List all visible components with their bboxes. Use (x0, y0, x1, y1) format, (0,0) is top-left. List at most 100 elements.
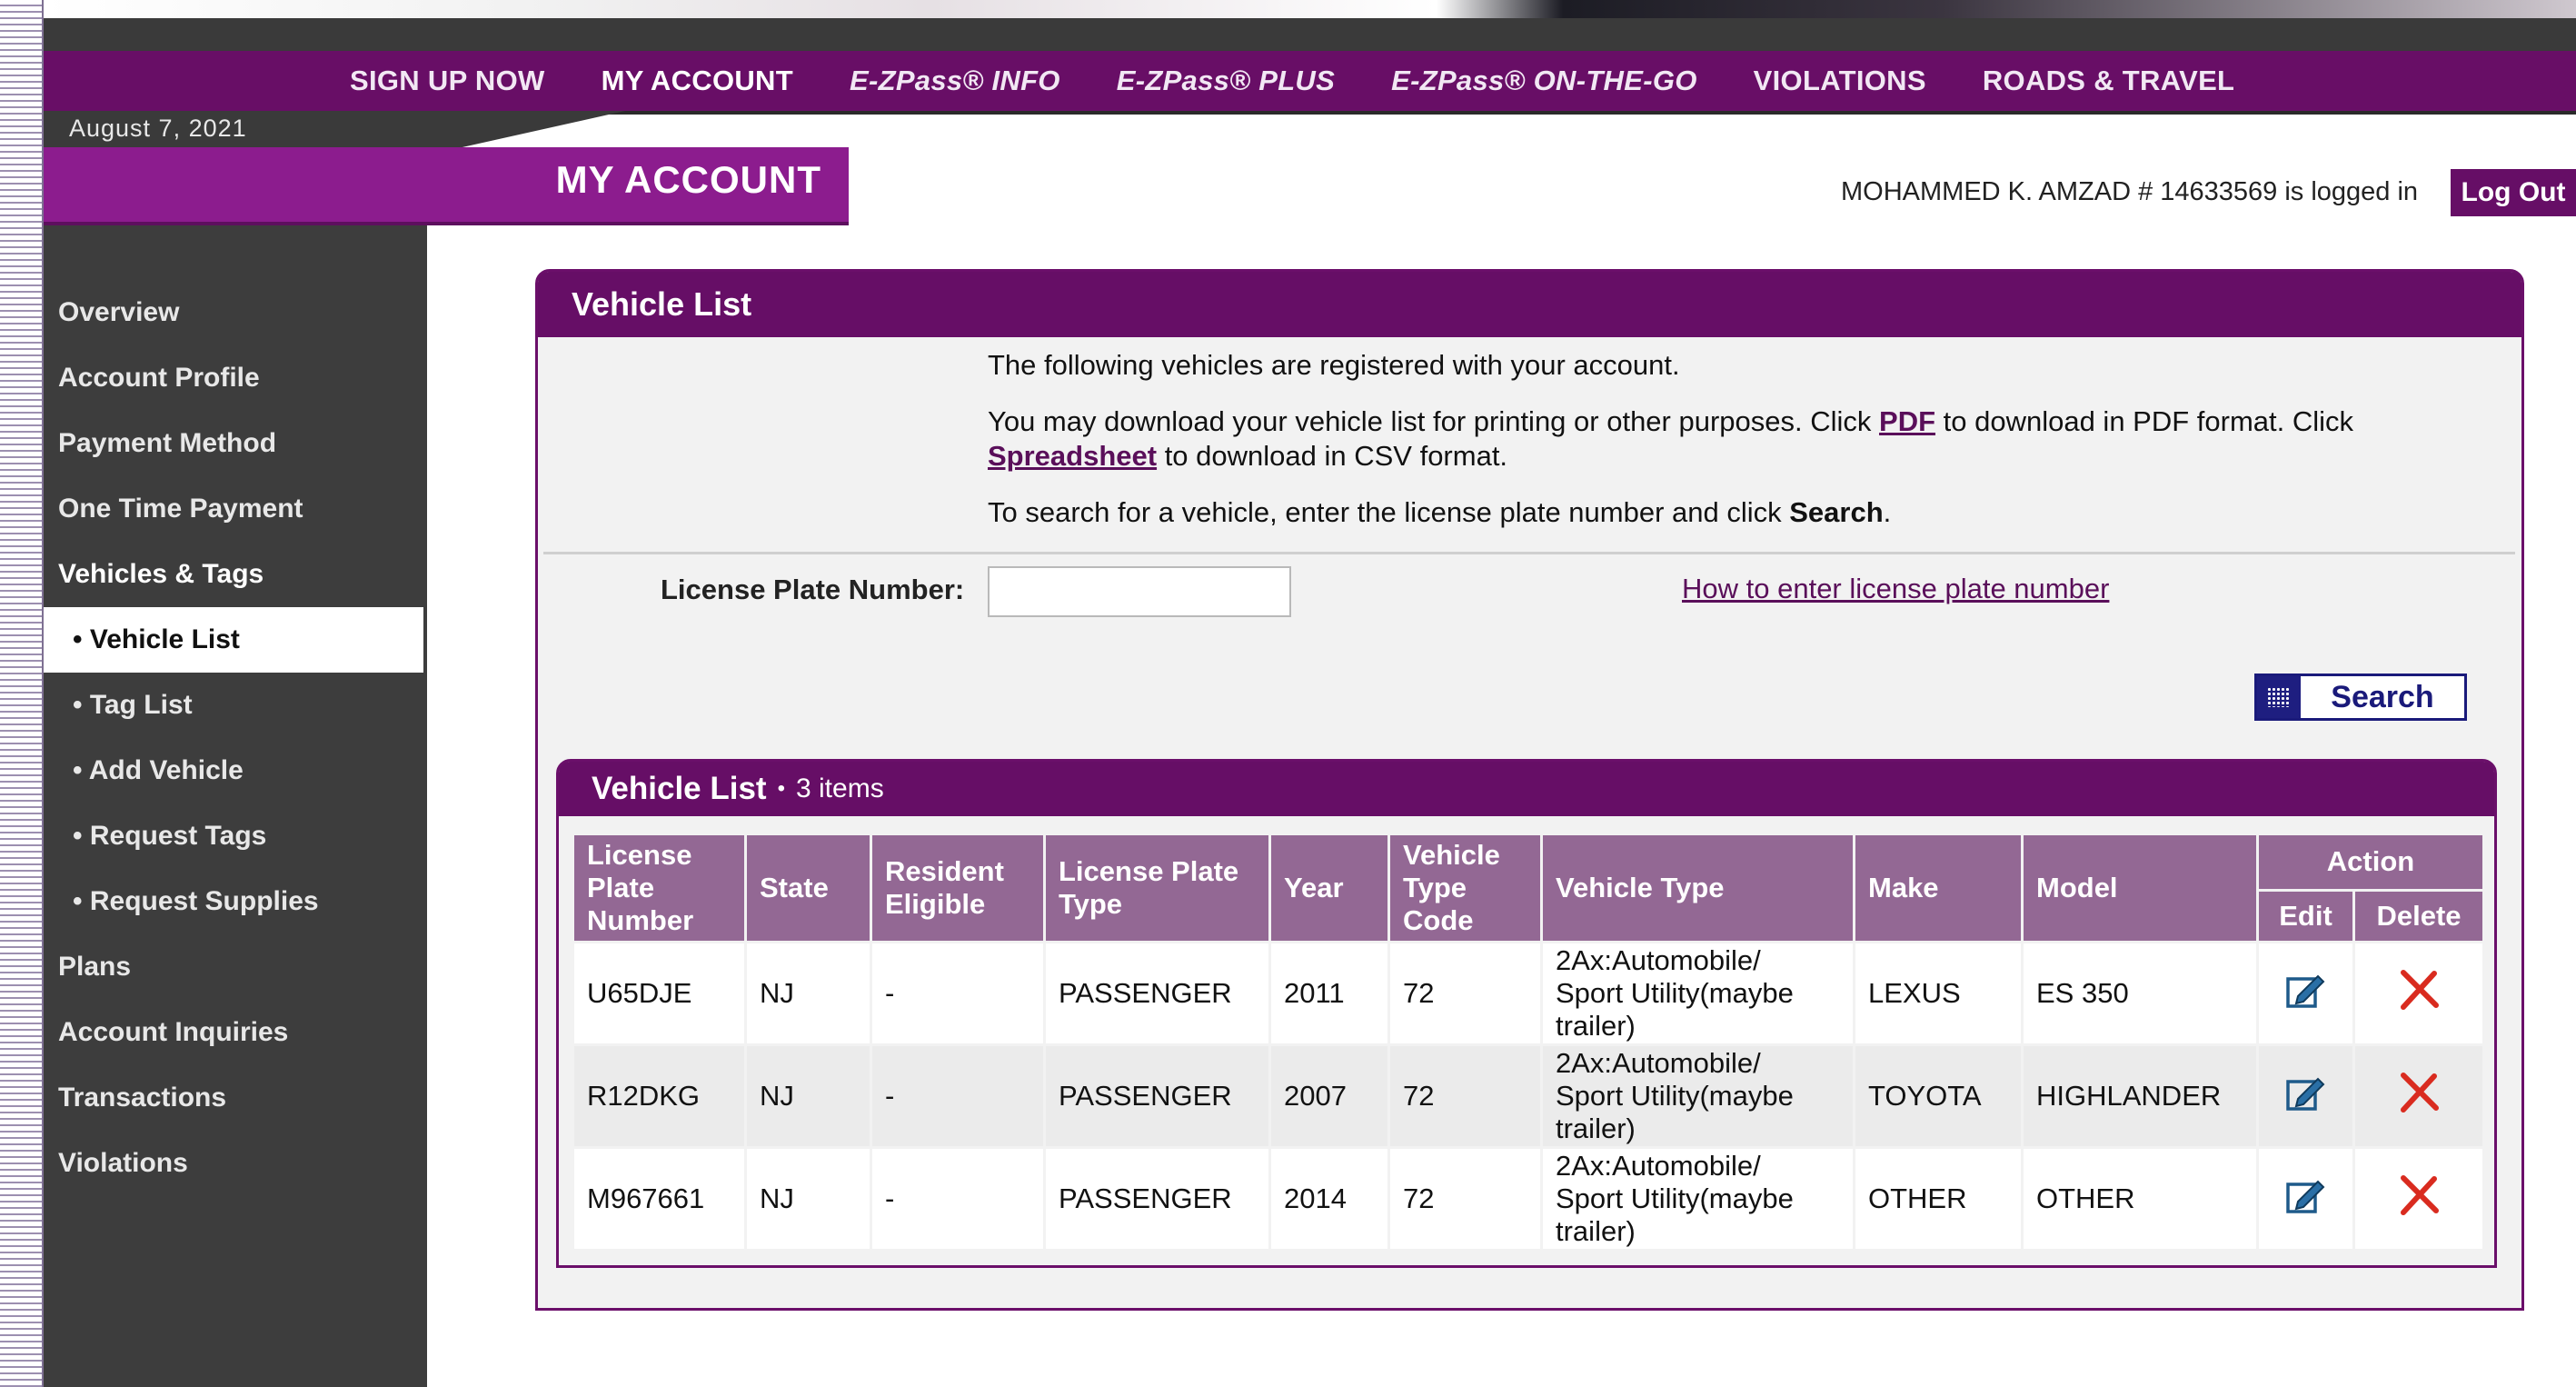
logged-in-status: MOHAMMED K. AMZAD # 14633569 is logged i… (1841, 177, 2419, 206)
sidebar-item-overview[interactable]: Overview (44, 280, 427, 345)
intro-line-1: The following vehicles are registered wi… (988, 349, 1680, 381)
nav-sign-up-now[interactable]: SIGN UP NOW (350, 65, 545, 97)
col-header-state[interactable]: State (747, 835, 870, 941)
cell-type-code: 72 (1390, 943, 1540, 1043)
cell-delete (2355, 1149, 2482, 1249)
cell-plate: R12DKG (574, 1046, 744, 1146)
sidebar-item-payment-method[interactable]: Payment Method (44, 411, 427, 476)
header-photo-strip (44, 0, 2576, 18)
table-row: R12DKG NJ - PASSENGER 2007 72 2Ax:Automo… (574, 1046, 2482, 1146)
search-button[interactable]: Search (2254, 674, 2467, 721)
top-navigation: SIGN UP NOW MY ACCOUNT E-ZPass® INFO E-Z… (44, 51, 2576, 111)
intro-line-3-search-word: Search (1789, 496, 1884, 528)
sidebar-item-request-tags[interactable]: • Request Tags (44, 803, 427, 869)
spreadsheet-link[interactable]: Spreadsheet (988, 440, 1157, 472)
intro-line-3: To search for a vehicle, enter the licen… (988, 495, 2478, 530)
cell-state: NJ (747, 1046, 870, 1146)
plate-number-label: License Plate Number: (661, 574, 965, 605)
nav-ezpass-on-the-go[interactable]: E-ZPass® ON-THE-GO (1391, 65, 1697, 97)
cell-vehicle-type: 2Ax:Automobile/Sport Utility(maybe traile… (1543, 943, 1853, 1043)
vehicle-table: License Plate Number State Resident Eligibl… (572, 833, 2485, 1252)
sidebar: Overview Account Profile Payment Method … (44, 225, 427, 1387)
cell-delete (2355, 943, 2482, 1043)
col-header-delete: Delete (2355, 891, 2482, 941)
cell-model: OTHER (2024, 1149, 2256, 1249)
col-header-plate-number[interactable]: License Plate Number (574, 835, 744, 941)
panel-body: The following vehicles are registered wi… (538, 337, 2521, 1308)
delete-x-icon[interactable] (2398, 1072, 2440, 1113)
col-header-plate-type[interactable]: License Plate Type (1046, 835, 1268, 941)
section-divider (543, 552, 2515, 554)
sidebar-item-violations[interactable]: Violations (44, 1131, 427, 1196)
cell-year: 2011 (1271, 943, 1387, 1043)
sidebar-item-one-time-payment[interactable]: One Time Payment (44, 476, 427, 542)
left-stripe-border (0, 0, 44, 1387)
vehicle-list-table-panel: Vehicle List • 3 items License Plate Numbe… (556, 759, 2497, 1268)
cell-model: HIGHLANDER (2024, 1046, 2256, 1146)
sidebar-item-vehicle-list[interactable]: • Vehicle List (44, 607, 423, 673)
sidebar-item-request-supplies[interactable]: • Request Supplies (44, 869, 427, 934)
cell-plate-type: PASSENGER (1046, 1046, 1268, 1146)
col-header-edit: Edit (2259, 891, 2352, 941)
cell-edit (2259, 943, 2352, 1043)
nav-roads-travel[interactable]: ROADS & TRAVEL (1983, 65, 2234, 97)
cell-model: ES 350 (2024, 943, 2256, 1043)
search-grid-icon (2257, 676, 2301, 718)
delete-x-icon[interactable] (2398, 1174, 2440, 1216)
edit-pencil-icon[interactable] (2285, 1073, 2327, 1112)
pdf-link[interactable]: PDF (1879, 405, 1935, 437)
logout-button[interactable]: Log Out (2451, 169, 2576, 216)
vehicle-list-panel: Vehicle List The following vehicles are … (535, 269, 2524, 1311)
cell-type-code: 72 (1390, 1149, 1540, 1249)
cell-state: NJ (747, 1149, 870, 1249)
plate-number-input[interactable] (988, 566, 1291, 617)
table-row: M967661 NJ - PASSENGER 2014 72 2Ax:Autom… (574, 1149, 2482, 1249)
intro-text: The following vehicles are registered wi… (988, 348, 2478, 552)
table-row: U65DJE NJ - PASSENGER 2011 72 2Ax:Automo… (574, 943, 2482, 1043)
sidebar-item-account-inquiries[interactable]: Account Inquiries (44, 1000, 427, 1065)
page: SIGN UP NOW MY ACCOUNT E-ZPass® INFO E-Z… (0, 0, 2576, 1387)
cell-vehicle-type: 2Ax:Automobile/Sport Utility(maybe traile… (1543, 1046, 1853, 1146)
col-header-resident-eligible[interactable]: Resident Eligible (872, 835, 1043, 941)
cell-resident: - (872, 943, 1043, 1043)
sidebar-item-add-vehicle[interactable]: • Add Vehicle (44, 738, 427, 803)
col-header-action: Action (2259, 835, 2482, 889)
sidebar-item-vehicles-tags[interactable]: Vehicles & Tags (44, 542, 427, 607)
col-header-vehicle-type[interactable]: Vehicle Type (1543, 835, 1853, 941)
sidebar-item-transactions[interactable]: Transactions (44, 1065, 427, 1131)
cell-plate-type: PASSENGER (1046, 1149, 1268, 1249)
cell-make: TOYOTA (1855, 1046, 2021, 1146)
cell-vehicle-type: 2Ax:Automobile/Sport Utility(maybe traile… (1543, 1149, 1853, 1249)
cell-year: 2014 (1271, 1149, 1387, 1249)
sidebar-item-plans[interactable]: Plans (44, 934, 427, 1000)
page-title: MY ACCOUNT (555, 158, 821, 201)
cell-year: 2007 (1271, 1046, 1387, 1146)
intro-line-2-text-b: to download in PDF format. Click (1935, 405, 2354, 437)
cell-resident: - (872, 1046, 1043, 1146)
vehicle-list-table-title: Vehicle List (592, 771, 767, 806)
cell-type-code: 72 (1390, 1046, 1540, 1146)
col-header-year[interactable]: Year (1271, 835, 1387, 941)
nav-violations[interactable]: VIOLATIONS (1754, 65, 1926, 97)
col-header-vehicle-type-code[interactable]: Vehicle Type Code (1390, 835, 1540, 941)
cell-plate-type: PASSENGER (1046, 943, 1268, 1043)
edit-pencil-icon[interactable] (2285, 1176, 2327, 1214)
cell-state: NJ (747, 943, 870, 1043)
intro-line-2-text-a: You may download your vehicle list for p… (988, 405, 1880, 437)
how-to-enter-plate-link[interactable]: How to enter license plate number (1682, 573, 2109, 605)
sidebar-item-account-profile[interactable]: Account Profile (44, 345, 427, 411)
search-button-label: Search (2331, 679, 2434, 714)
intro-line-3-text-c: . (1883, 496, 1892, 528)
nav-ezpass-plus[interactable]: E-ZPass® PLUS (1117, 65, 1335, 97)
cell-plate: U65DJE (574, 943, 744, 1043)
col-header-model[interactable]: Model (2024, 835, 2256, 941)
delete-x-icon[interactable] (2398, 969, 2440, 1011)
nav-my-account[interactable]: MY ACCOUNT (602, 65, 793, 97)
cell-delete (2355, 1046, 2482, 1146)
cell-edit (2259, 1149, 2352, 1249)
edit-pencil-icon[interactable] (2285, 971, 2327, 1009)
col-header-make[interactable]: Make (1855, 835, 2021, 941)
title-separator-dot: • (777, 776, 785, 801)
nav-ezpass-info[interactable]: E-ZPass® INFO (850, 65, 1060, 97)
sidebar-item-tag-list[interactable]: • Tag List (44, 673, 427, 738)
